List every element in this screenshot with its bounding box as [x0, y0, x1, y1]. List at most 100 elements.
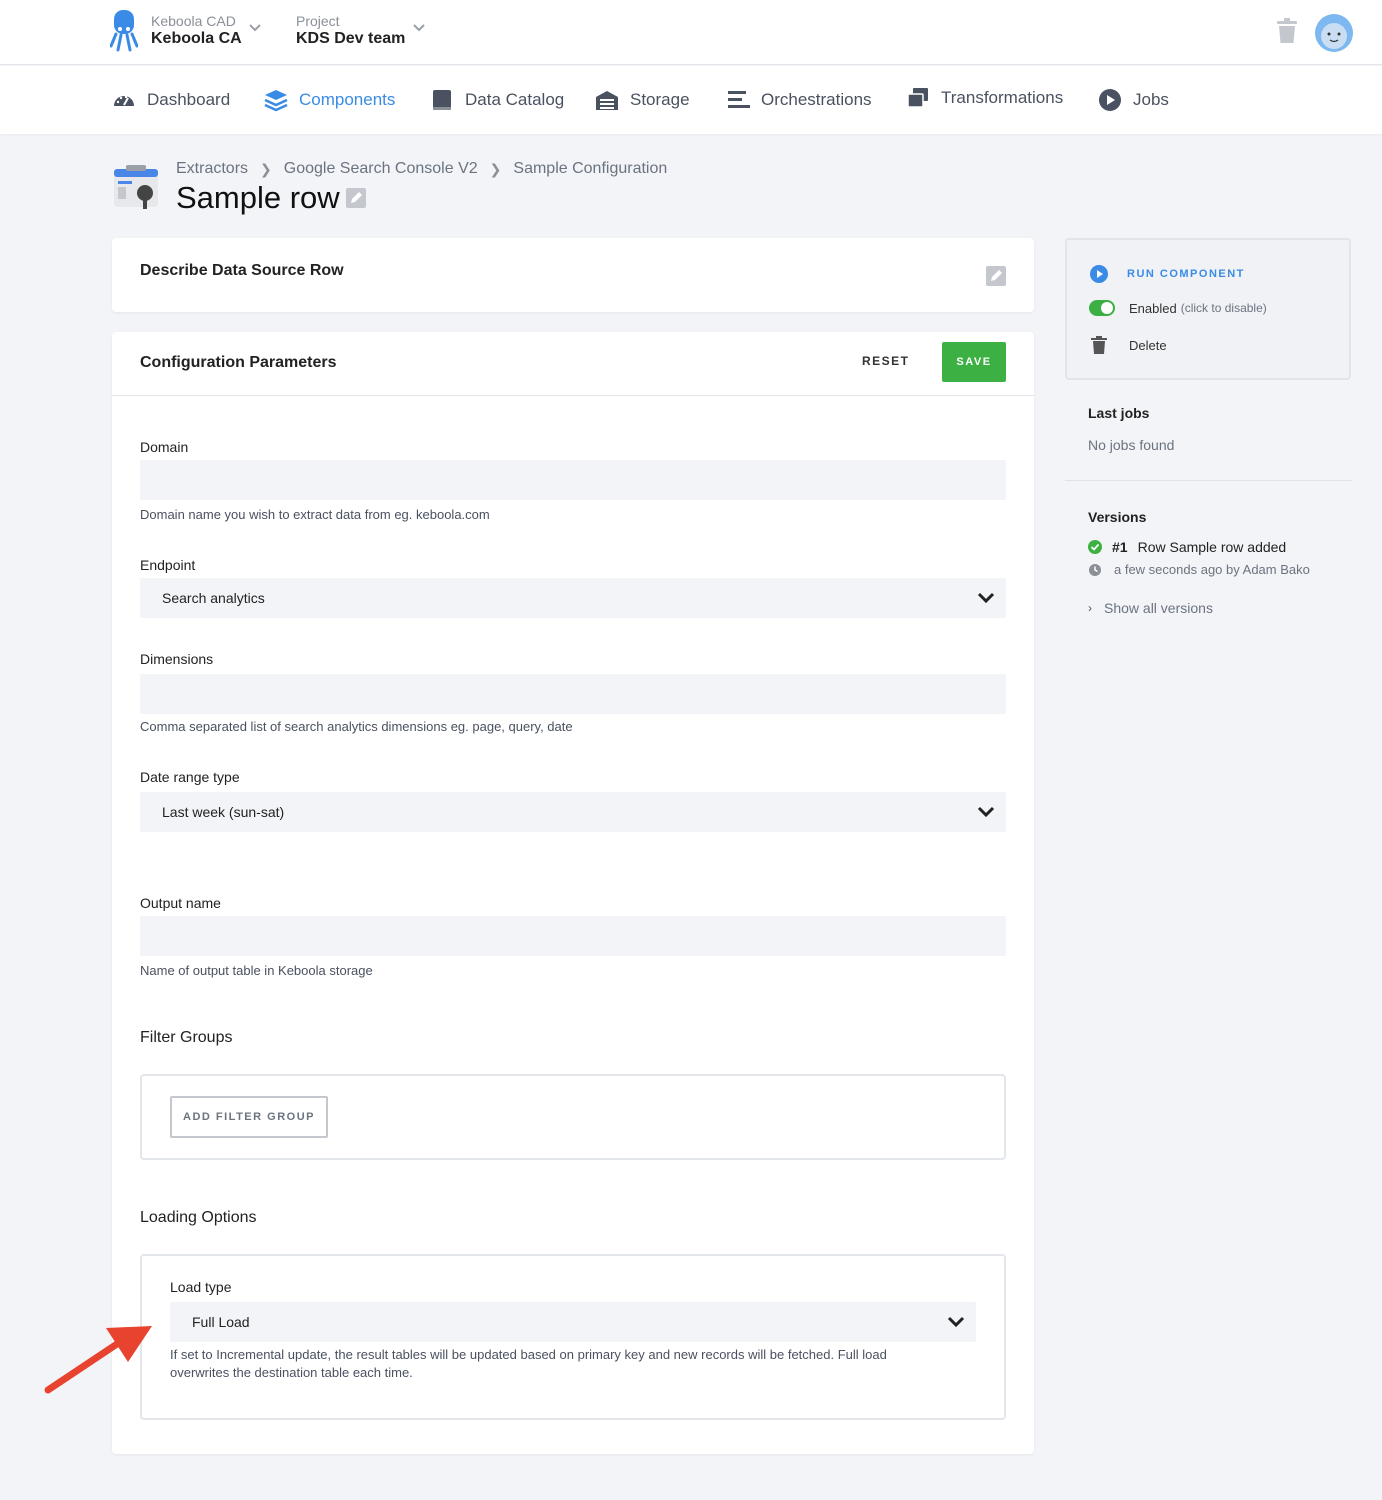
breadcrumb-extractors[interactable]: Extractors — [176, 160, 248, 178]
book-icon — [433, 90, 451, 110]
add-filter-group-button[interactable]: ADD FILTER GROUP — [170, 1096, 328, 1138]
save-button[interactable]: SAVE — [942, 342, 1006, 382]
top-bar: Keboola CAD Keboola CA Project KDS Dev t… — [0, 0, 1382, 65]
dimensions-help: Comma separated list of search analytics… — [140, 719, 573, 734]
google-search-console-icon — [114, 165, 158, 209]
describe-title: Describe Data Source Row — [140, 262, 344, 279]
run-component-button[interactable]: RUN COMPONENT — [1089, 264, 1245, 284]
nav-item-data-catalog[interactable]: Data Catalog — [430, 88, 564, 112]
edit-icon[interactable] — [986, 266, 1006, 286]
delete-label: Delete — [1129, 337, 1167, 353]
annotation-arrow-icon — [44, 1326, 152, 1394]
nav-item-label: Storage — [630, 90, 690, 109]
nav-item-components[interactable]: Components — [264, 88, 395, 112]
layers-icon — [264, 90, 288, 112]
user-avatar[interactable] — [1315, 14, 1353, 52]
output-name-input[interactable] — [140, 916, 1006, 956]
configuration-header: Configuration Parameters RESET SAVE — [112, 332, 1034, 396]
date-range-value: Last week (sun-sat) — [162, 804, 285, 820]
project-caption: Project — [296, 13, 340, 29]
reset-button[interactable]: RESET — [862, 354, 910, 368]
breadcrumb-component[interactable]: Google Search Console V2 — [284, 160, 478, 178]
delete-button[interactable]: Delete — [1089, 336, 1167, 354]
main-nav: Dashboard Components Data Catalog Storag… — [0, 66, 1382, 134]
date-range-select[interactable]: Last week (sun-sat) — [140, 792, 1006, 832]
windows-icon — [907, 88, 928, 108]
actions-card: RUN COMPONENT Enabled (click to disable)… — [1065, 238, 1351, 380]
configuration-title: Configuration Parameters — [140, 354, 337, 371]
endpoint-value: Search analytics — [162, 590, 265, 606]
enabled-label: Enabled — [1129, 300, 1177, 316]
load-type-value: Full Load — [192, 1314, 250, 1330]
nav-item-label: Components — [299, 90, 396, 109]
sidebar-divider — [1065, 480, 1352, 481]
chevron-right-icon: › — [1088, 601, 1092, 615]
nav-item-label: Orchestrations — [761, 90, 872, 109]
domain-label: Domain — [140, 439, 189, 455]
nav-item-dashboard[interactable]: Dashboard — [112, 88, 230, 112]
filter-groups-title: Filter Groups — [140, 1029, 233, 1046]
domain-help: Domain name you wish to extract data fro… — [140, 507, 490, 522]
nav-item-label: Data Catalog — [465, 90, 565, 109]
domain-input[interactable] — [140, 460, 1006, 500]
version-item[interactable]: #1 Row Sample row added — [1088, 539, 1286, 555]
dimensions-label: Dimensions — [140, 651, 214, 667]
org-switcher[interactable]: Keboola CAD Keboola CA — [151, 13, 242, 49]
versions-title: Versions — [1088, 509, 1147, 525]
trash-icon — [1091, 336, 1107, 354]
project-name: KDS Dev team — [296, 30, 406, 47]
page-title: Sample row — [176, 180, 340, 215]
play-circle-icon — [1090, 265, 1108, 283]
chevron-down-icon — [947, 1316, 965, 1328]
show-all-versions-link[interactable]: › Show all versions — [1088, 600, 1213, 616]
breadcrumb: Extractors ❯ Google Search Console V2 ❯ … — [176, 160, 667, 178]
nav-item-label: Transformations — [941, 88, 1064, 107]
output-name-label: Output name — [140, 895, 221, 911]
chevron-down-icon[interactable] — [248, 20, 262, 34]
chevron-right-icon: ❯ — [260, 160, 272, 177]
nav-item-jobs[interactable]: Jobs — [1098, 88, 1169, 112]
version-meta: a few seconds ago by Adam Bako — [1114, 562, 1310, 577]
project-switcher[interactable]: Project KDS Dev team — [296, 13, 405, 49]
filter-groups-box: ADD FILTER GROUP — [140, 1074, 1006, 1160]
nav-item-label: Jobs — [1133, 90, 1169, 109]
keboola-logo-icon[interactable] — [110, 10, 138, 52]
dimensions-input[interactable] — [140, 674, 1006, 714]
org-caption: Keboola CAD — [151, 13, 236, 29]
configuration-card: Configuration Parameters RESET SAVE Doma… — [112, 332, 1034, 1454]
chevron-down-icon[interactable] — [412, 20, 426, 34]
load-type-help-line: If set to Incremental update, the result… — [170, 1347, 887, 1362]
endpoint-select[interactable]: Search analytics — [140, 578, 1006, 618]
load-type-help: If set to Incremental update, the result… — [170, 1346, 970, 1382]
chevron-down-icon — [977, 592, 995, 604]
nav-item-transformations[interactable]: Transformations — [906, 86, 1063, 110]
toggle-switch[interactable] — [1089, 300, 1115, 316]
loading-options-title: Loading Options — [140, 1209, 257, 1226]
chevron-down-icon — [977, 806, 995, 818]
nav-item-label: Dashboard — [147, 90, 231, 109]
warehouse-icon — [596, 91, 618, 110]
load-type-label: Load type — [170, 1279, 232, 1295]
version-description: Row Sample row added — [1137, 539, 1287, 555]
avatar-face-icon — [1321, 23, 1347, 49]
play-circle-icon — [1099, 89, 1121, 111]
nav-item-orchestrations[interactable]: Orchestrations — [726, 88, 872, 112]
date-range-label: Date range type — [140, 769, 240, 785]
loading-options-box: Load type Full Load If set to Incrementa… — [140, 1254, 1006, 1420]
enabled-toggle[interactable]: Enabled (click to disable) — [1089, 300, 1267, 316]
enabled-hint: (click to disable) — [1180, 301, 1267, 315]
nav-item-storage[interactable]: Storage — [595, 88, 690, 112]
describe-card: Describe Data Source Row — [112, 238, 1034, 312]
check-circle-icon — [1088, 540, 1102, 554]
trash-icon[interactable] — [1276, 18, 1298, 44]
load-type-help-line: overwrites the destination table each ti… — [170, 1365, 413, 1380]
last-jobs-empty: No jobs found — [1088, 437, 1175, 453]
edit-icon[interactable] — [346, 188, 366, 208]
load-type-select[interactable]: Full Load — [170, 1302, 976, 1342]
last-jobs-title: Last jobs — [1088, 405, 1150, 421]
version-meta-row: a few seconds ago by Adam Bako — [1088, 562, 1310, 577]
breadcrumb-configuration[interactable]: Sample Configuration — [513, 160, 667, 178]
show-all-versions-label: Show all versions — [1104, 600, 1213, 616]
dashboard-icon — [114, 95, 134, 106]
chevron-right-icon: ❯ — [489, 160, 502, 177]
